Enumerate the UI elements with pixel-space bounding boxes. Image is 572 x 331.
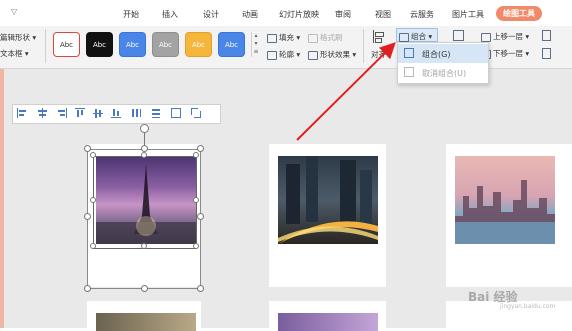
watermark-text: Bai 经验	[468, 290, 518, 304]
watermark-url: jingyan.baidu.com	[500, 303, 556, 310]
annotation-arrow	[296, 42, 396, 141]
